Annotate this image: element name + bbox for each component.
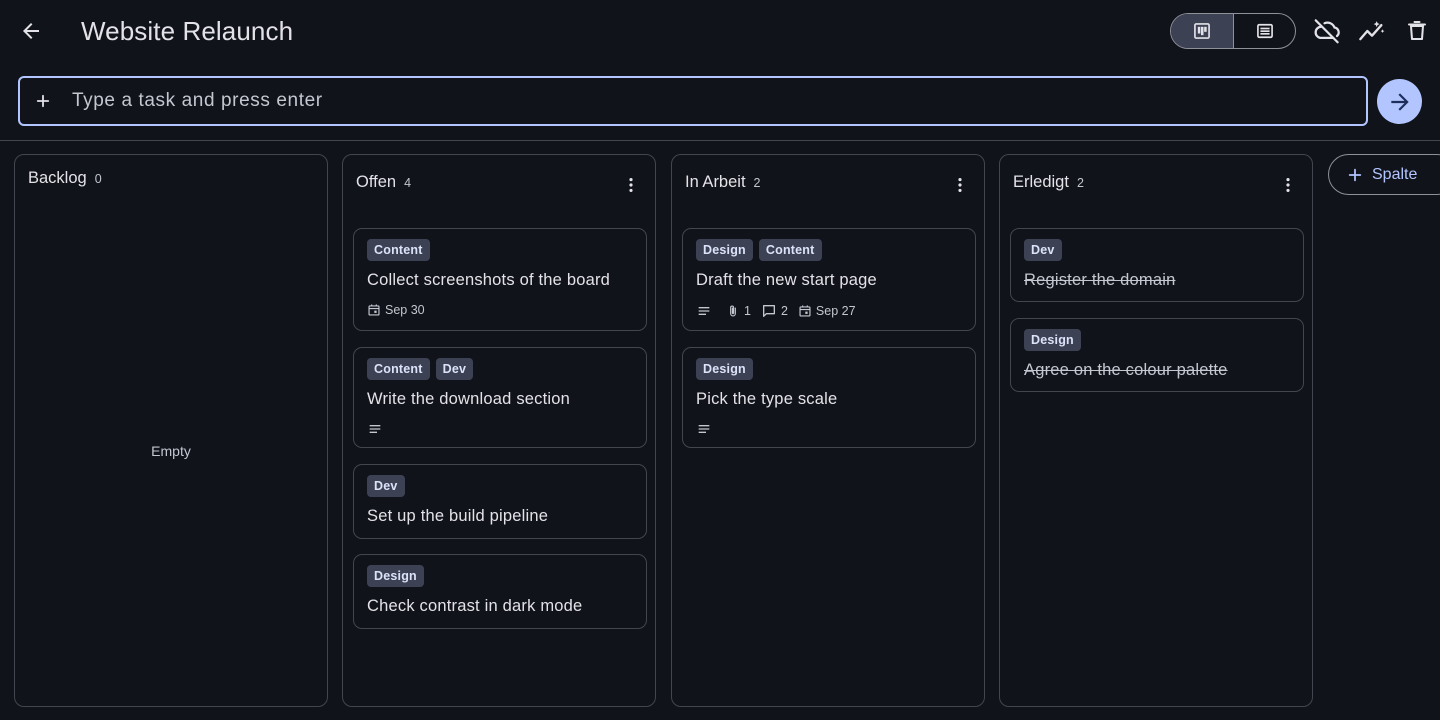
empty-label: Empty [151, 443, 191, 459]
add-column-label: Spalte [1372, 165, 1418, 183]
column-name: In Arbeit [685, 173, 746, 191]
column-count: 4 [404, 176, 412, 190]
attachment-count: 1 [744, 304, 751, 318]
card-title: Agree on the colour palette [1024, 361, 1228, 379]
board-view-icon [1194, 23, 1210, 39]
card-title: Collect screenshots of the board [367, 271, 611, 289]
calendar-icon [799, 305, 811, 317]
tag: Dev [1024, 239, 1062, 261]
arrow-back-icon [23, 23, 39, 39]
task-card[interactable]: Design Pick the type scale [682, 347, 976, 448]
tag-list: Design [1024, 329, 1081, 351]
description-icon [698, 307, 710, 315]
column-count: 2 [1076, 176, 1084, 190]
comment-count: 2 [780, 304, 788, 318]
insights-icon [1359, 21, 1385, 41]
back-button[interactable] [10, 10, 52, 52]
task-card[interactable]: Dev Set up the build pipeline [353, 464, 647, 539]
column-name: Backlog [28, 169, 87, 187]
tag-list: Design [367, 565, 424, 587]
description-icon [698, 425, 710, 433]
header-divider [0, 140, 1440, 141]
attachment-icon [730, 305, 736, 317]
delete-button[interactable] [1398, 12, 1436, 50]
sync-off-button[interactable] [1308, 12, 1346, 50]
column-name: Erledigt [1013, 173, 1069, 191]
tag: Design [696, 239, 753, 261]
column-menu-button[interactable] [1276, 173, 1300, 197]
tag: Content [367, 239, 430, 261]
tag: Content [758, 239, 822, 261]
plus-icon [1348, 168, 1362, 181]
card-meta: Sep 30 [367, 303, 430, 317]
delete-icon [1408, 21, 1426, 40]
due-date: Sep 30 [385, 303, 425, 317]
more-vert-icon [629, 178, 633, 192]
tag: Design [1024, 329, 1081, 351]
more-vert-icon [1286, 178, 1290, 192]
page-title: Website Relaunch [81, 16, 294, 46]
top-bar: Website Relaunch [0, 0, 1440, 62]
card-meta [696, 421, 712, 437]
tag-list: Design [696, 358, 753, 380]
column-erledigt: Erledigt 2 Dev Register the domain Desig… [999, 154, 1313, 707]
tag: Dev [435, 358, 474, 380]
more-vert-icon [958, 178, 962, 192]
insights-button[interactable] [1353, 12, 1391, 50]
task-card[interactable]: Design Check contrast in dark mode [353, 554, 647, 629]
column-backlog: Backlog 0 Empty [14, 154, 328, 707]
list-view-icon [1256, 23, 1273, 39]
tag: Design [696, 358, 753, 380]
column-name: Offen [356, 173, 397, 191]
comment-icon [762, 305, 775, 317]
tag-list: Dev [367, 475, 405, 497]
column-offen: Offen 4 Content Collect screenshots of t… [342, 154, 656, 707]
board-view-button[interactable] [1171, 14, 1233, 48]
tag-list: Content Dev [367, 358, 474, 380]
card-title: Write the download section [367, 390, 571, 408]
tag-list: Content [367, 239, 430, 261]
description-icon [369, 425, 381, 433]
view-mode-toggle [1170, 13, 1296, 49]
card-meta [367, 421, 383, 437]
due-date: Sep 27 [815, 304, 856, 318]
task-input[interactable] [72, 78, 1352, 124]
calendar-icon [368, 304, 380, 316]
plus-icon [36, 94, 50, 108]
tag-list: Design Content [696, 239, 822, 261]
tag: Dev [367, 475, 405, 497]
column-in-arbeit: In Arbeit 2 Design Content Draft the new… [671, 154, 985, 707]
task-card[interactable]: Content Dev Write the download section [353, 347, 647, 448]
card-title: Set up the build pipeline [367, 507, 549, 525]
arrow-forward-icon [1390, 92, 1409, 111]
column-menu-button[interactable] [619, 173, 643, 197]
card-title: Draft the new start page [696, 271, 877, 289]
task-card[interactable]: Design Content Draft the new start page … [682, 228, 976, 331]
tag: Design [367, 565, 424, 587]
list-view-button[interactable] [1233, 14, 1295, 48]
column-count: 0 [94, 172, 102, 186]
card-meta: 1 2 Sep 27 [696, 303, 861, 319]
submit-task-button[interactable] [1377, 79, 1422, 124]
card-title: Pick the type scale [696, 390, 838, 408]
tag: Content [367, 358, 430, 380]
column-count: 2 [753, 176, 761, 190]
column-menu-button[interactable] [948, 173, 972, 197]
task-card[interactable]: Content Collect screenshots of the board… [353, 228, 647, 331]
card-title: Check contrast in dark mode [367, 597, 583, 615]
task-card[interactable]: Design Agree on the colour palette [1010, 318, 1304, 392]
add-column-button[interactable]: Spalte [1328, 154, 1440, 195]
task-card[interactable]: Dev Register the domain [1010, 228, 1304, 302]
task-input-field [18, 76, 1368, 126]
card-title: Register the domain [1024, 271, 1176, 289]
cloud-off-icon [1314, 19, 1340, 44]
tag-list: Dev [1024, 239, 1062, 261]
